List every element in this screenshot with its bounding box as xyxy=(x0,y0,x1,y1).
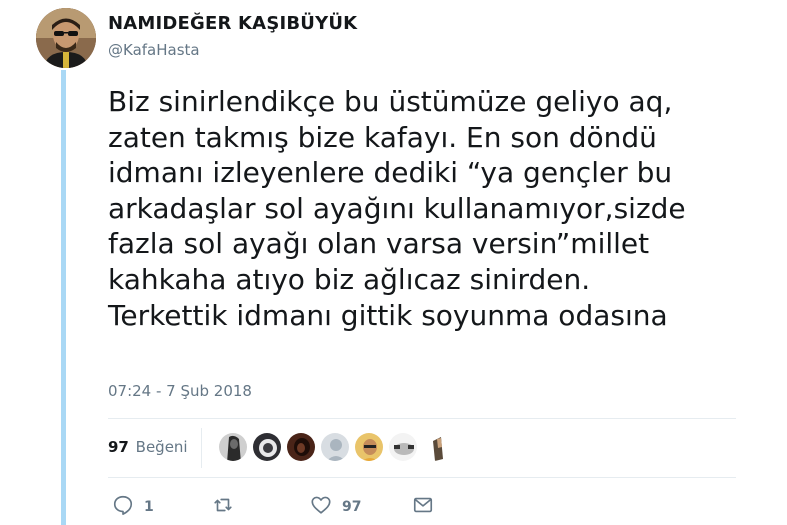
liker-avatar[interactable] xyxy=(252,432,282,462)
liker-avatar[interactable] xyxy=(218,432,248,462)
liker-avatar[interactable] xyxy=(422,432,452,462)
retweet-icon xyxy=(212,494,234,520)
retweet-button[interactable] xyxy=(212,494,244,520)
likes-count-value: 97 xyxy=(108,438,129,456)
likes-count[interactable]: 97 Beğeni xyxy=(108,438,188,456)
liker-avatar[interactable] xyxy=(320,432,350,462)
reply-icon xyxy=(112,494,134,520)
tweet-text: Biz sinirlendikçe bu üstümüze geliyo aq,… xyxy=(108,85,686,332)
thread-line xyxy=(61,70,66,525)
liker-avatar[interactable] xyxy=(286,432,316,462)
divider xyxy=(108,418,736,419)
divider xyxy=(108,477,736,478)
envelope-icon xyxy=(412,494,434,520)
tweet-timestamp[interactable]: 07:24 - 7 Şub 2018 xyxy=(108,382,252,400)
reply-count: 1 xyxy=(144,499,154,515)
likes-separator xyxy=(201,428,202,468)
like-button[interactable]: 97 xyxy=(310,494,361,520)
avatar[interactable] xyxy=(36,8,96,68)
tweet-actions: 1 97 xyxy=(108,494,736,522)
heart-icon xyxy=(310,494,332,520)
liker-avatar[interactable] xyxy=(354,432,384,462)
likes-count-label: Beğeni xyxy=(135,438,188,456)
likes-row: 97 Beğeni xyxy=(108,428,736,468)
direct-message-button[interactable] xyxy=(412,494,434,520)
liker-avatar[interactable] xyxy=(388,432,418,462)
user-handle[interactable]: @KafaHasta xyxy=(108,41,200,59)
like-count: 97 xyxy=(342,499,362,515)
display-name[interactable]: NAMIDEĞER KAŞIBÜYÜK xyxy=(108,13,357,34)
reply-button[interactable]: 1 xyxy=(112,494,154,520)
